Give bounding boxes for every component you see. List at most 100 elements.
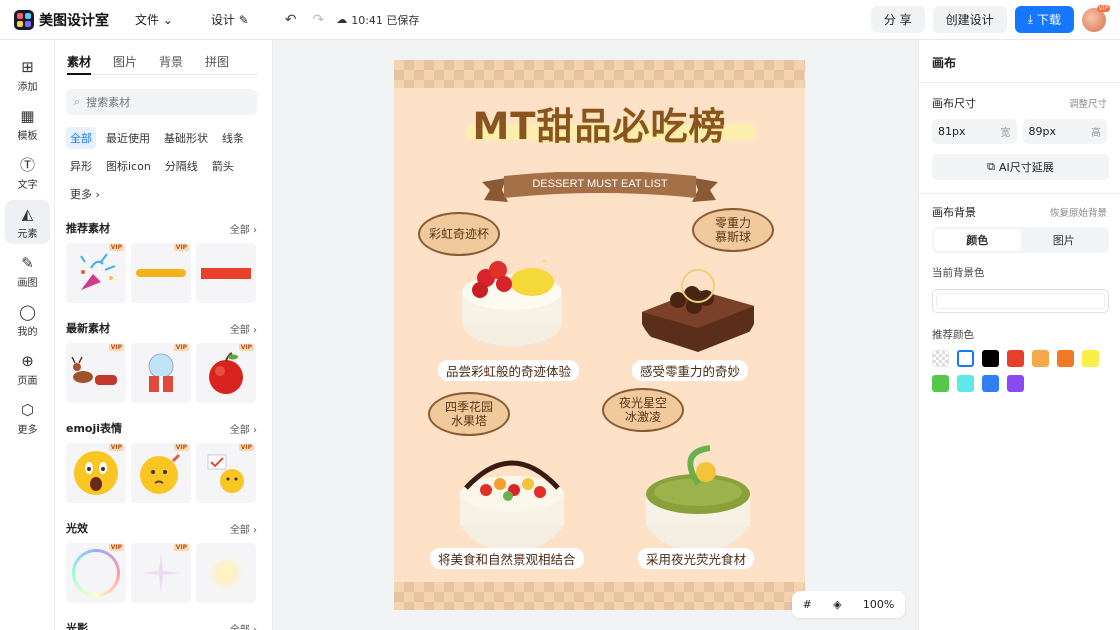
view-all-link[interactable]: 全部 › [230, 221, 257, 236]
bubble-starry-ice-cream[interactable]: 夜光星空 冰激凌 [602, 388, 684, 432]
swatch-white[interactable] [957, 350, 974, 367]
tab-materials[interactable]: 素材 [67, 53, 92, 75]
tab-images[interactable]: 图片 [113, 53, 137, 75]
asset-thumb[interactable]: VIP [66, 443, 126, 503]
menu-file[interactable]: 文件 ⌄ [135, 11, 173, 28]
asset-thumb[interactable]: VIP [66, 243, 126, 303]
bubble-text: 四季花园 水果塔 [444, 400, 493, 428]
caption-rainbow-cup[interactable]: 品尝彩虹般的奇迹体验 [438, 360, 580, 381]
recommended-colors-label: 推荐颜色 [932, 329, 974, 341]
swatch-purple[interactable] [1007, 375, 1024, 392]
seg-image[interactable]: 图片 [1021, 229, 1108, 251]
swatch-blue[interactable] [982, 375, 999, 392]
bubble-zero-gravity-mousse[interactable]: 零重力 慕斯球 [692, 208, 774, 252]
dessert-zero-gravity-mousse[interactable] [638, 256, 758, 356]
chip-irregular[interactable]: 异形 [66, 155, 96, 177]
undo-icon[interactable]: ↶ [285, 12, 297, 28]
swatch-orange[interactable] [1057, 350, 1074, 367]
ai-extend-button[interactable]: ⧉ AI尺寸延展 [932, 154, 1109, 180]
view-all-link[interactable]: 全部 › [230, 321, 257, 336]
swatch-yellow[interactable] [1082, 350, 1099, 367]
swatch-green[interactable] [932, 375, 949, 392]
nav-element[interactable]: ◭ 元素 [5, 200, 50, 244]
left-nav: ⊞ 添加 ▦ 模板 Ⓣ 文字 ◭ 元素 ✎ 画图 ◯ 我的 ⊕ 页面 ⬡ 更多 [0, 40, 55, 630]
asset-thumb[interactable]: VIP [131, 243, 191, 303]
menu-design[interactable]: 设计 ✎ [211, 11, 249, 28]
swatch-cyan[interactable] [957, 375, 974, 392]
poster-subtitle[interactable]: DESSERT MUST EAT LIST [482, 178, 718, 190]
view-all-link[interactable]: 全部 › [230, 621, 257, 630]
current-bg-color[interactable] [932, 289, 1109, 313]
nav-add[interactable]: ⊞ 添加 [5, 53, 50, 97]
download-button[interactable]: ⤓ 下载 [1014, 6, 1074, 33]
asset-thumb[interactable]: VIP [131, 343, 191, 403]
height-unit: 高 [1091, 128, 1101, 139]
asset-thumb[interactable]: VIP [66, 543, 126, 603]
swatch-black[interactable] [982, 350, 999, 367]
avatar[interactable]: VIP [1082, 4, 1110, 32]
search-box[interactable]: ⌕ [66, 89, 257, 115]
chip-recent[interactable]: 最近使用 [102, 127, 154, 149]
caption-starry-ice-cream[interactable]: 采用夜光荧光食材 [638, 548, 755, 569]
caption-zero-gravity-mousse[interactable]: 感受零重力的奇妙 [632, 360, 749, 381]
chip-lines[interactable]: 线条 [218, 127, 248, 149]
width-field[interactable]: 81px 宽 [932, 119, 1017, 144]
asset-thumb[interactable]: VIP [131, 543, 191, 603]
draw-icon: ✎ [21, 253, 34, 272]
grid-icon[interactable]: # [803, 598, 812, 611]
bubble-rainbow-cup[interactable]: 彩虹奇迹杯 [418, 212, 500, 256]
resize-link[interactable]: 调整尺寸 [1069, 96, 1107, 110]
asset-thumb[interactable]: VIP [196, 443, 256, 503]
app-logo[interactable]: 美图设计室 [14, 9, 109, 30]
chip-basic-shapes[interactable]: 基础形状 [160, 127, 212, 149]
download-icon: ⤓ [1027, 12, 1033, 26]
bubble-four-season-fruit-tart[interactable]: 四季花园 水果塔 [428, 392, 510, 436]
asset-thumb[interactable]: VIP [131, 443, 191, 503]
search-input[interactable] [86, 95, 237, 109]
create-design-button[interactable]: 创建设计 [932, 6, 1007, 33]
element-icon: ◭ [21, 204, 34, 223]
caption-fruit-tart[interactable]: 将美食和自然景观相结合 [430, 548, 584, 569]
nav-draw[interactable]: ✎ 画图 [5, 249, 50, 293]
bubble-text: 夜光星空 冰激凌 [618, 396, 667, 424]
chip-arrows[interactable]: 箭头 [208, 155, 238, 177]
view-all-link[interactable]: 全部 › [230, 521, 257, 536]
poster-title[interactable]: MT甜品必吃榜 [394, 96, 805, 150]
asset-thumb[interactable]: VIP [66, 343, 126, 403]
nav-template[interactable]: ▦ 模板 [5, 102, 50, 146]
section-latest: 最新素材 全部 › VIP VIP VIP [66, 319, 257, 403]
nav-more[interactable]: ⬡ 更多 [5, 396, 50, 440]
tab-collage[interactable]: 拼图 [205, 53, 229, 75]
asset-thumb[interactable] [196, 243, 256, 303]
section-shadow: 光影 全部 › [66, 619, 257, 630]
asset-thumb[interactable] [196, 543, 256, 603]
redo-icon[interactable]: ↷ [312, 12, 324, 28]
reset-bg-link[interactable]: 恢复原始背景 [1050, 205, 1107, 219]
chip-more[interactable]: 更多 › [66, 183, 104, 205]
dessert-rainbow-cup[interactable] [452, 252, 572, 352]
nav-mine[interactable]: ◯ 我的 [5, 298, 50, 342]
nav-text[interactable]: Ⓣ 文字 [5, 151, 50, 195]
swatch-transparent[interactable] [932, 350, 949, 367]
chip-dividers[interactable]: 分隔线 [161, 155, 202, 177]
layers-icon[interactable]: ◈ [833, 598, 841, 611]
nav-page[interactable]: ⊕ 页面 [5, 347, 50, 391]
height-field[interactable]: 89px 高 [1022, 119, 1107, 144]
vip-tag: VIP [108, 544, 124, 551]
add-icon: ⊞ [21, 57, 34, 76]
tab-backgrounds[interactable]: 背景 [159, 53, 183, 75]
search-icon: ⌕ [74, 95, 81, 108]
dessert-starry-ice-cream[interactable] [638, 444, 758, 552]
swatch-red[interactable] [1007, 350, 1024, 367]
view-all-link[interactable]: 全部 › [230, 421, 257, 436]
zoom-level[interactable]: 100% [863, 598, 894, 611]
asset-thumb[interactable]: VIP [196, 343, 256, 403]
swatch-light-orange[interactable] [1032, 350, 1049, 367]
chip-all[interactable]: 全部 [66, 127, 96, 149]
chip-icons[interactable]: 图标icon [102, 155, 155, 177]
share-button[interactable]: 分 享 [870, 6, 925, 33]
dessert-fruit-tart[interactable] [452, 444, 572, 552]
seg-color[interactable]: 颜色 [934, 229, 1021, 251]
cloud-icon: ☁ [336, 13, 348, 26]
poster-canvas[interactable]: MT甜品必吃榜 DESSERT MUST EAT LIST 彩虹奇迹杯 品尝彩虹… [394, 60, 805, 610]
